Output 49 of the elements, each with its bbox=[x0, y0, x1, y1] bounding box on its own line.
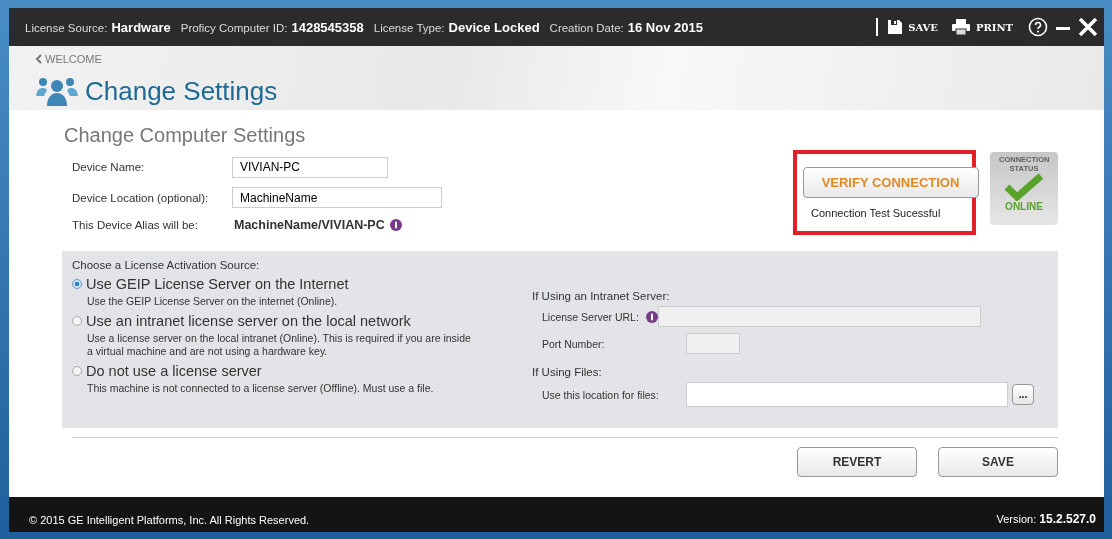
browse-button[interactable]: ... bbox=[1012, 384, 1034, 405]
action-button[interactable]: REVERT bbox=[797, 447, 917, 477]
close-icon[interactable] bbox=[1078, 17, 1098, 37]
radio-option[interactable]: Do not use a license server bbox=[72, 363, 532, 380]
info-value: 1428545358 bbox=[291, 19, 364, 35]
copyright-text: © 2015 GE Intelligent Platforms, Inc. All Rights Reserved. bbox=[29, 514, 310, 526]
field-label: Port Number: bbox=[542, 337, 606, 350]
radio-icon[interactable] bbox=[72, 366, 82, 377]
page-title: Change Settings bbox=[85, 75, 278, 107]
option-description: Use the GEIP License Server on the internet (Online). bbox=[86, 295, 339, 309]
chevron-left-icon bbox=[35, 54, 42, 64]
info-icon[interactable] bbox=[389, 219, 402, 232]
field-label: Device Name: bbox=[72, 161, 146, 174]
info-label: License Type: bbox=[373, 21, 445, 34]
radio-option[interactable]: Use GEIP License Server on the Internet bbox=[72, 276, 532, 292]
info-label: Creation Date: bbox=[549, 21, 624, 34]
radio-icon[interactable] bbox=[72, 316, 82, 327]
field-label: This Device Alias will be: bbox=[72, 219, 199, 232]
printer-icon[interactable] bbox=[950, 19, 971, 35]
device-name-field[interactable]: VIVIAN-PC bbox=[232, 156, 388, 178]
version-number: 15.2.527.0 bbox=[1039, 512, 1096, 526]
device-location-field[interactable]: MachineName bbox=[232, 187, 442, 209]
info-value: Hardware bbox=[111, 19, 171, 35]
info-label: License Source: bbox=[25, 21, 108, 34]
back-link[interactable]: WELCOME bbox=[35, 53, 102, 65]
alias-value: MachineName/VIVIAN-PC bbox=[233, 218, 385, 233]
field-label: License Server URL: bbox=[542, 310, 639, 323]
file-location-field[interactable] bbox=[686, 382, 1008, 407]
status-label: ONLINE bbox=[1005, 201, 1043, 212]
help-icon[interactable] bbox=[1028, 17, 1048, 37]
option-description: Use a license server on the local intranet (Online). This is required if you are inside a virtual machine and are not using a hardware key. bbox=[86, 332, 472, 359]
field-label: Device Location (optional): bbox=[72, 192, 210, 204]
field-label: Use this location for files: bbox=[542, 388, 660, 401]
save-toolbar-button[interactable]: SAVE bbox=[908, 21, 946, 33]
radio-icon[interactable] bbox=[72, 279, 82, 289]
info-icon[interactable] bbox=[645, 310, 658, 323]
action-button[interactable]: SAVE bbox=[938, 447, 1058, 477]
panel-heading: Choose a License Activation Source: bbox=[72, 259, 261, 271]
group-heading: If Using Files: bbox=[532, 366, 603, 378]
version-label: Version: bbox=[996, 513, 1037, 525]
radio-option[interactable]: Use an intranet license server on the local network bbox=[72, 313, 532, 330]
print-button[interactable]: PRINT bbox=[975, 21, 1021, 33]
option-description: This machine is not connected to a license server (Offline). Must use a file. bbox=[86, 382, 435, 396]
info-value: 16 Nov 2015 bbox=[627, 19, 703, 35]
info-label: Proficy Computer ID: bbox=[180, 21, 288, 34]
section-title: Change Computer Settings bbox=[64, 124, 307, 147]
info-value: Device Locked bbox=[448, 19, 540, 35]
connection-result: Connection Test Sucessful bbox=[810, 207, 941, 219]
group-heading: If Using an Intranet Server: bbox=[532, 290, 671, 302]
